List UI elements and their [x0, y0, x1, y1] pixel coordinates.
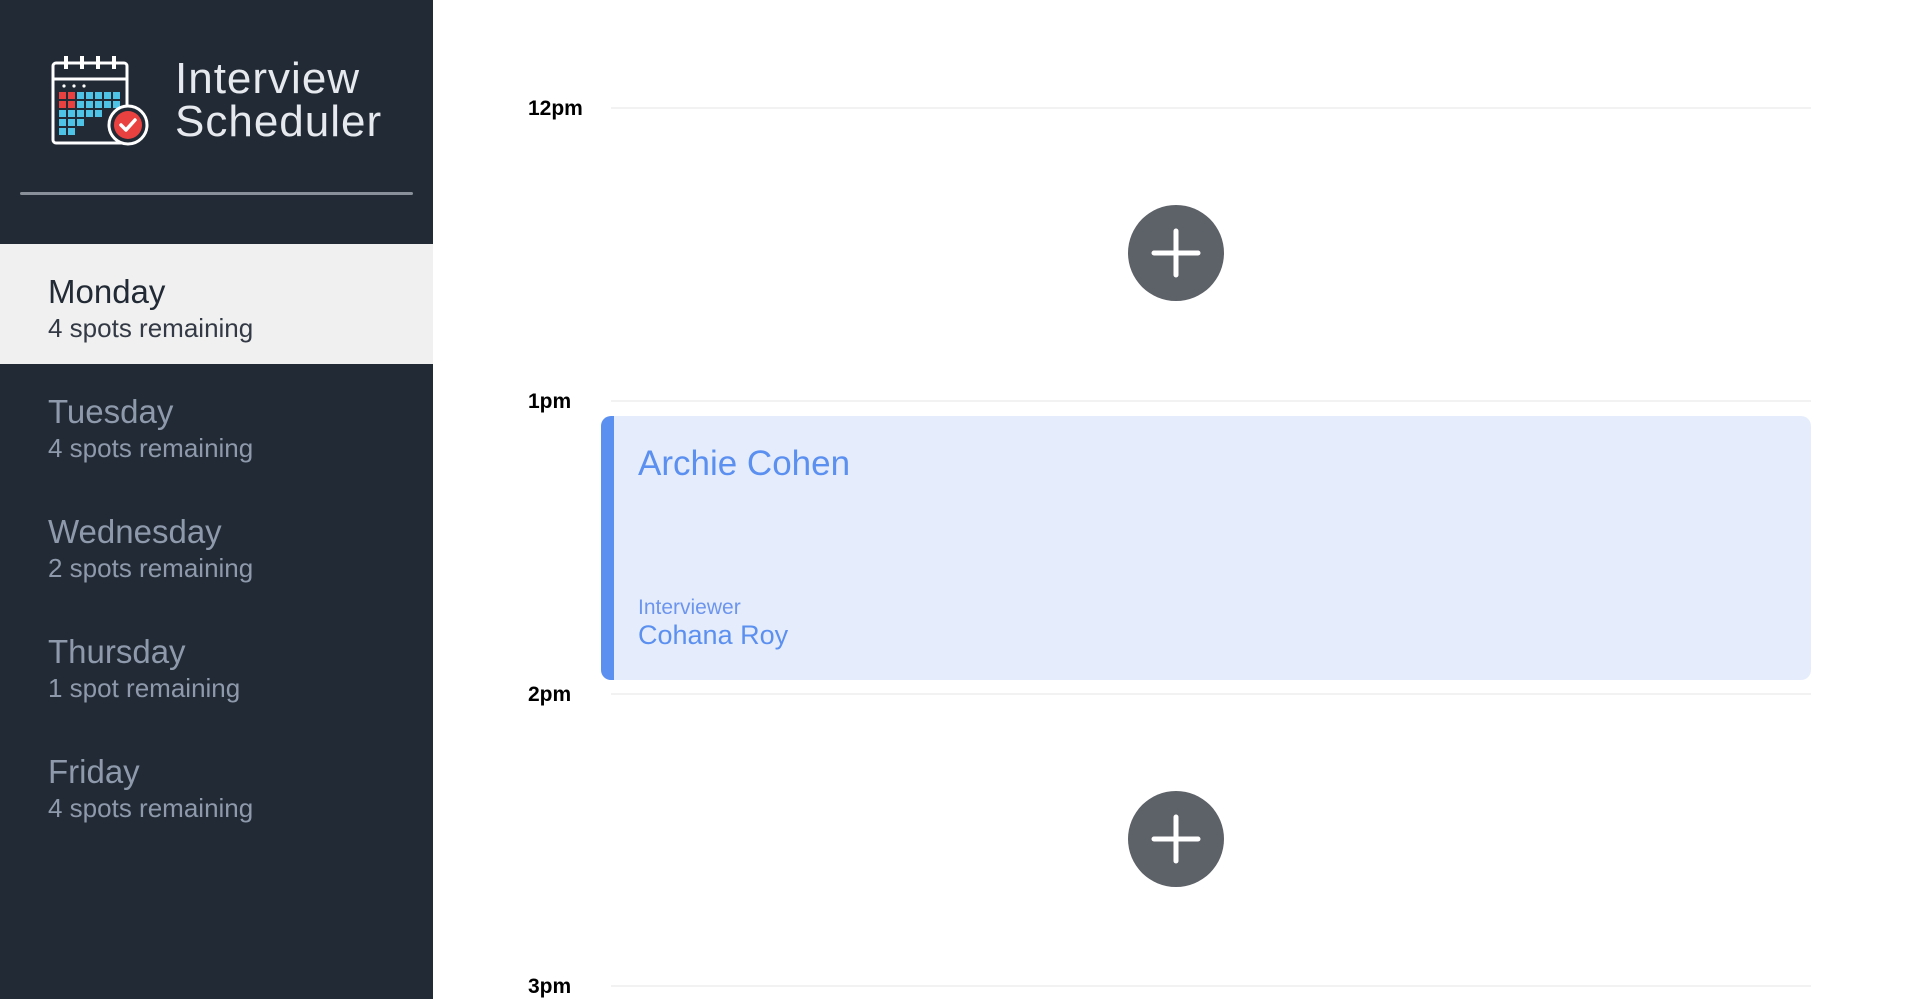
- day-spots-remaining: 2 spots remaining: [48, 553, 254, 583]
- sidebar: Interview Scheduler Monday 4 spots remai…: [0, 0, 433, 999]
- time-slot-1pm: 1pm Archie Cohen Interviewer Cohana Roy: [433, 390, 1920, 692]
- day-name: Tuesday: [48, 393, 174, 430]
- plus-icon: [1151, 814, 1201, 864]
- day-name: Thursday: [48, 633, 186, 670]
- day-item-thursday[interactable]: Thursday 1 spot remaining: [0, 604, 433, 724]
- time-slot-3pm: 3pm: [433, 975, 1920, 999]
- day-name: Friday: [48, 753, 140, 790]
- day-name: Monday: [48, 273, 166, 310]
- day-item-friday[interactable]: Friday 4 spots remaining: [0, 724, 433, 844]
- day-item-wednesday[interactable]: Wednesday 2 spots remaining: [0, 484, 433, 604]
- day-item-tuesday[interactable]: Tuesday 4 spots remaining: [0, 364, 433, 484]
- interviewer-label: Interviewer: [638, 596, 741, 619]
- appointment-card[interactable]: Archie Cohen Interviewer Cohana Roy: [601, 416, 1811, 680]
- time-label: 1pm: [528, 390, 572, 413]
- app-title-line2: Scheduler: [175, 97, 383, 146]
- sidebar-divider: [20, 192, 413, 195]
- day-spots-remaining: 1 spot remaining: [48, 673, 241, 703]
- schedule: 12pm 1pm Archie Cohen Interviewer Cohana…: [433, 0, 1920, 999]
- time-slot-12pm: 12pm: [433, 97, 1920, 399]
- day-spots-remaining: 4 spots remaining: [48, 313, 254, 343]
- day-item-monday[interactable]: Monday 4 spots remaining: [0, 244, 433, 364]
- calendar-check-icon: [51, 55, 149, 145]
- app-title: Interview Scheduler: [175, 54, 383, 146]
- time-divider: [611, 400, 1811, 402]
- add-appointment-button[interactable]: [1128, 791, 1224, 887]
- student-name: Archie Cohen: [638, 444, 851, 483]
- time-label: 3pm: [528, 975, 572, 998]
- add-appointment-button[interactable]: [1128, 205, 1224, 301]
- plus-icon: [1151, 228, 1201, 278]
- app-brand: Interview Scheduler: [50, 50, 390, 150]
- day-list: Monday 4 spots remaining Tuesday 4 spots…: [0, 244, 433, 844]
- interviewer-name: Cohana Roy: [638, 620, 789, 650]
- day-spots-remaining: 4 spots remaining: [48, 433, 254, 463]
- time-divider: [611, 693, 1811, 695]
- time-divider: [611, 107, 1811, 109]
- time-label: 12pm: [528, 97, 583, 120]
- day-spots-remaining: 4 spots remaining: [48, 793, 254, 823]
- time-divider: [611, 985, 1811, 987]
- time-label: 2pm: [528, 683, 572, 706]
- day-name: Wednesday: [48, 513, 222, 550]
- time-slot-2pm: 2pm: [433, 683, 1920, 985]
- app-title-line1: Interview: [175, 54, 361, 103]
